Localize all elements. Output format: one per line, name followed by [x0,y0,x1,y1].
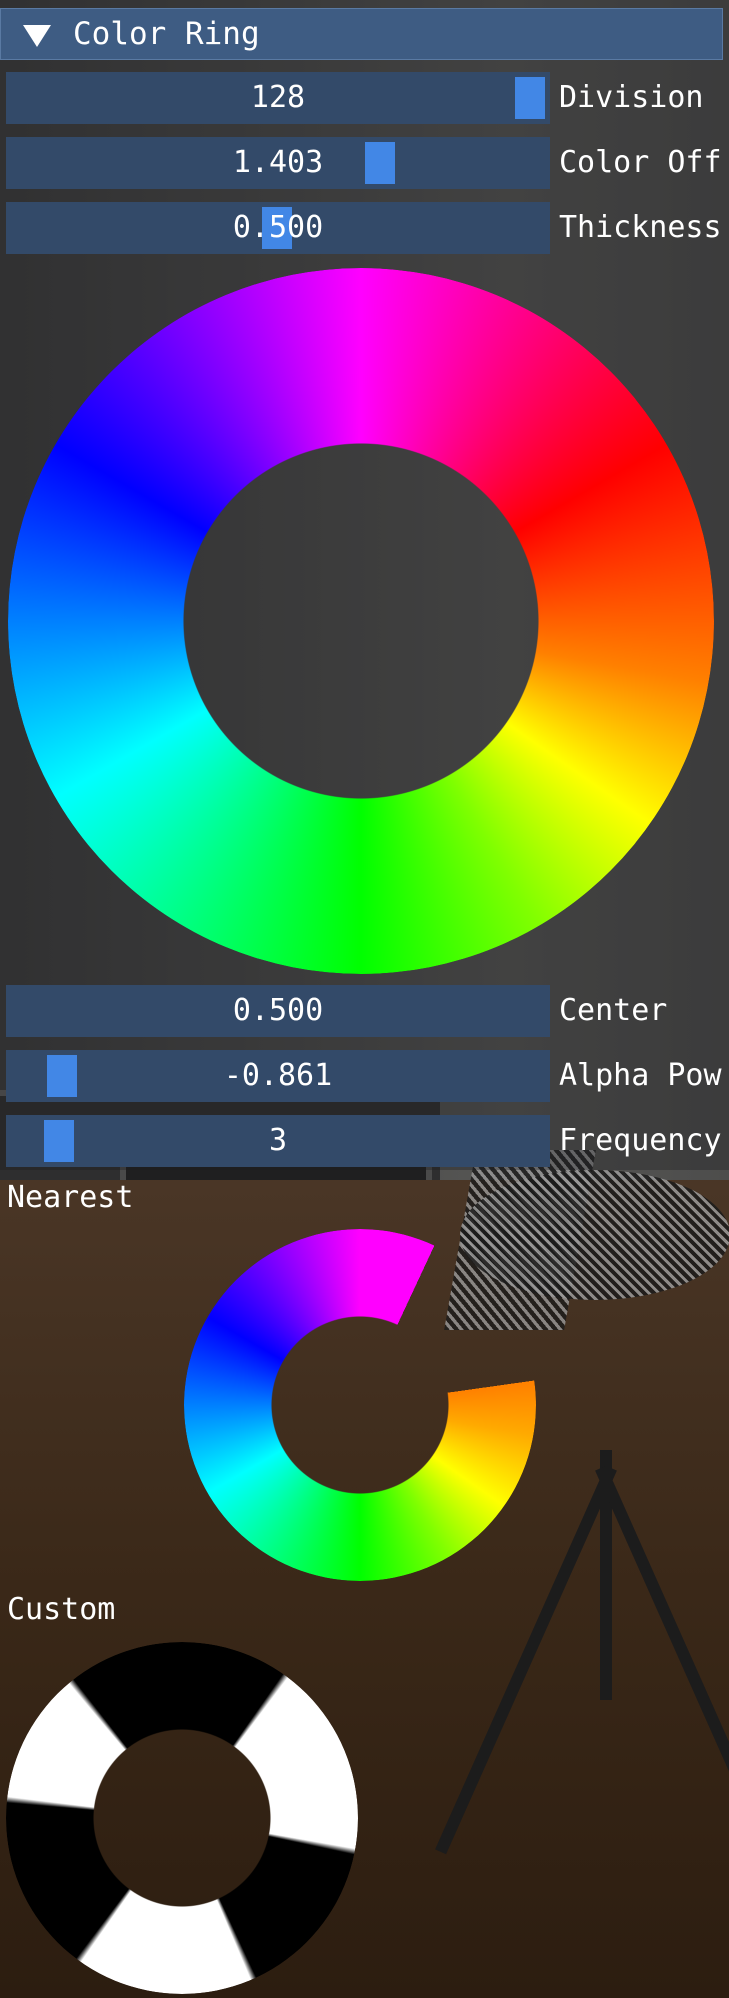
background-chair-leg [595,1465,729,1855]
color-ring-header[interactable]: Color Ring [0,8,723,60]
division-slider[interactable]: 128 [6,72,550,124]
slider-value: 0.500 [232,210,324,245]
collapse-arrow-icon[interactable] [23,21,53,47]
custom-bw-ring [6,1642,358,1994]
slider-value: 128 [250,80,306,115]
color-ring-large [8,268,714,974]
nearest-label: Nearest [7,1180,134,1215]
slider-value: 0.500 [232,993,324,1028]
slider-label: Division [559,80,704,115]
slider-label: Color Off [559,145,722,180]
alpha-pow-row: -0.861 Alpha Pow [6,1050,722,1102]
header-title: Color Ring [73,16,260,52]
alpha-pow-slider[interactable]: -0.861 [6,1050,550,1102]
color-offset-slider[interactable]: 1.403 [6,137,550,189]
frequency-row: 3 Frequency [6,1115,722,1167]
background-chair-seat [460,1170,729,1300]
background-chair-leg [600,1450,612,1700]
center-slider[interactable]: 0.500 [6,985,550,1037]
slider-label: Alpha Pow [559,1058,722,1093]
center-row: 0.500 Center [6,985,667,1037]
slider-value: -0.861 [223,1058,333,1093]
slider-label: Thickness [559,210,722,245]
slider-value: 3 [268,1123,288,1158]
custom-label: Custom [7,1592,116,1627]
color-offset-row: 1.403 Color Off [6,137,722,189]
slider-label: Center [559,993,668,1028]
slider-value: 1.403 [232,145,324,180]
thickness-slider[interactable]: 0.500 [6,202,550,254]
app-window: Color Ring 128 Division 1.403 Color Off … [0,0,729,1998]
division-row: 128 Division [6,72,704,124]
thickness-row: 0.500 Thickness [6,202,722,254]
nearest-color-ring [184,1229,536,1581]
frequency-slider[interactable]: 3 [6,1115,550,1167]
slider-label: Frequency [559,1123,722,1158]
